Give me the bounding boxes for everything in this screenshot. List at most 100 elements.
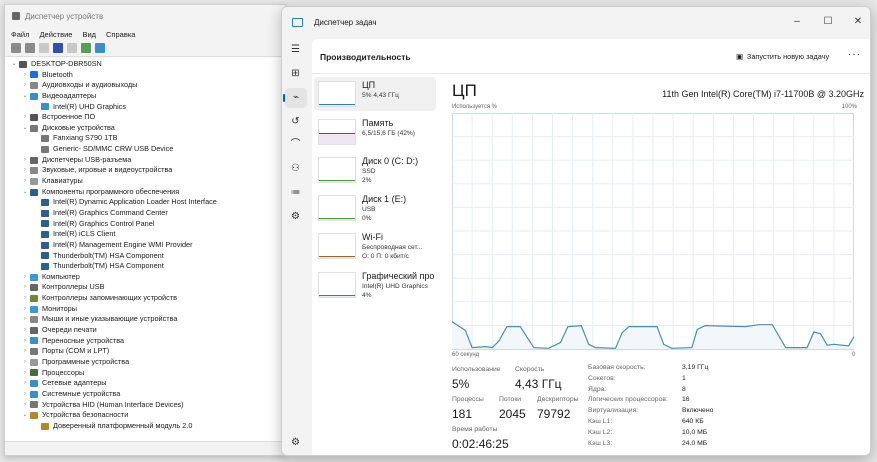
tree-item[interactable]: Intel(R) Management Engine WMI Provider [5, 240, 285, 251]
back-icon[interactable] [11, 43, 21, 53]
minimize-button[interactable]: – [786, 13, 808, 31]
tree-item-label: Мыши и иные указывающие устройства [42, 314, 178, 324]
tree-item[interactable]: › Мыши и иные указывающие устройства [5, 314, 285, 325]
more-options-button[interactable]: ··· [848, 49, 861, 60]
run-new-task-button[interactable]: ▣ Запустить новую задачу [736, 52, 829, 61]
tree-item[interactable]: › Сетевые адаптеры [5, 378, 285, 389]
tree-item[interactable]: › Системные устройства [5, 389, 285, 400]
perf-item[interactable]: Wi-Fi Беспроводная сет... О: 0 П: 0 кбит… [314, 229, 436, 263]
tree-item[interactable]: › Переносные устройства [5, 336, 285, 347]
tree-item-label: DESKTOP-DBR50SN [31, 59, 102, 68]
tree-item[interactable]: › Контроллеры USB [5, 282, 285, 293]
menu-file[interactable]: Файл [11, 30, 29, 39]
properties-icon[interactable] [39, 43, 49, 53]
users-icon[interactable]: ⚇ [282, 159, 309, 179]
app-history-icon[interactable]: ↺ [282, 112, 309, 132]
tree-item-label: Программные устройства [42, 356, 130, 366]
tree-item[interactable]: ⌄ Дисковые устройства [5, 123, 285, 134]
tree-item[interactable]: › Встроенное ПО [5, 112, 285, 123]
tree-item[interactable]: › Процессоры [5, 368, 285, 379]
menu-help[interactable]: Справка [106, 30, 135, 39]
perf-item[interactable]: Диск 0 (C: D:) SSD 2% [314, 153, 436, 187]
tree-item[interactable]: Thunderbolt(TM) HSA Component [5, 251, 285, 262]
scan-hardware-icon[interactable] [95, 43, 105, 53]
close-button[interactable]: ✕ [847, 13, 869, 31]
tree-item[interactable]: › Аудиовходы и аудиовыходы [5, 80, 285, 91]
tree-item[interactable]: › Контроллеры запоминающих устройств [5, 293, 285, 304]
performance-icon[interactable]: ⌁ [283, 88, 307, 108]
chevron-right-icon[interactable]: › [20, 165, 30, 176]
tree-item[interactable]: Доверенный платформенный модуль 2.0 [5, 421, 285, 432]
tree-item[interactable]: › Bluetooth [5, 70, 285, 81]
chevron-right-icon[interactable]: › [20, 314, 30, 325]
chevron-right-icon[interactable]: › [20, 378, 30, 389]
tree-item[interactable]: › Звуковые, игровые и видеоустройства [5, 165, 285, 176]
settings-icon[interactable]: ⚙ [282, 433, 309, 453]
tree-item[interactable]: Intel(R) UHD Graphics [5, 102, 285, 113]
forward-icon[interactable] [25, 43, 35, 53]
chevron-right-icon[interactable]: › [20, 357, 30, 368]
services-icon[interactable]: ⚙ [282, 207, 309, 227]
view-icon[interactable] [67, 43, 77, 53]
tree-item[interactable]: › Устройства HID (Human Interface Devices… [5, 400, 285, 411]
tree-item[interactable]: Fanxiang S790 1TB [5, 133, 285, 144]
tree-item[interactable]: ⌄ Устройства безопасности [5, 410, 285, 421]
perf-item[interactable]: Диск 1 (E:) USB 0% [314, 191, 436, 225]
tree-item[interactable]: ⌄ Видеоадаптеры [5, 91, 285, 102]
startup-apps-icon[interactable]: ⌒ [282, 135, 309, 155]
tree-item[interactable]: Intel(R) Dynamic Application Loader Host… [5, 197, 285, 208]
menu-action[interactable]: Действие [39, 30, 72, 39]
maximize-button[interactable]: ☐ [817, 13, 839, 31]
speed-label: Скорость [515, 366, 545, 373]
chevron-right-icon[interactable]: › [20, 293, 30, 304]
tree-item[interactable]: › Клавиатуры [5, 176, 285, 187]
chevron-right-icon[interactable]: › [20, 304, 30, 315]
details-icon[interactable]: ≔ [282, 183, 309, 203]
chevron-right-icon[interactable]: › [20, 346, 30, 357]
threads-value: 2045 [499, 407, 526, 421]
chevron-down-icon[interactable]: ⌄ [20, 123, 30, 134]
tree-item[interactable]: ⌄ DESKTOP-DBR50SN [5, 59, 285, 70]
update-driver-icon[interactable] [81, 43, 91, 53]
tree-item-label: Дисковые устройства [42, 122, 115, 132]
help-icon[interactable] [53, 43, 63, 53]
tree-item[interactable]: Intel(R) iCLS Client [5, 229, 285, 240]
chevron-down-icon[interactable]: ⌄ [20, 187, 30, 198]
perf-item[interactable]: Память 6,5/15,6 ГБ (42%) [314, 115, 436, 149]
chevron-down-icon[interactable]: ⌄ [9, 59, 19, 70]
menu-view[interactable]: Вид [82, 30, 96, 39]
processes-icon[interactable]: ⊞ [282, 64, 309, 84]
tree-item[interactable]: › Очереди печати [5, 325, 285, 336]
tree-item[interactable]: Intel(R) Graphics Command Center [5, 208, 285, 219]
chevron-right-icon[interactable]: › [20, 70, 30, 81]
chevron-down-icon[interactable]: ⌄ [20, 410, 30, 421]
chevron-right-icon[interactable]: › [20, 389, 30, 400]
tree-item-label: Intel(R) Graphics Command Center [53, 207, 168, 217]
hamburger-menu-icon[interactable]: ☰ [282, 40, 309, 60]
chevron-right-icon[interactable]: › [20, 155, 30, 166]
chevron-right-icon[interactable]: › [20, 368, 30, 379]
perf-item[interactable]: Графический про Intel(R) UHD Graphics 4% [314, 268, 436, 302]
tree-item[interactable]: › Мониторы [5, 304, 285, 315]
tree-item[interactable]: › Компьютер [5, 272, 285, 283]
device-icon [30, 348, 38, 356]
chevron-right-icon[interactable]: › [20, 176, 30, 187]
chevron-right-icon[interactable]: › [20, 272, 30, 283]
tree-item[interactable]: Intel(R) Graphics Control Panel [5, 219, 285, 230]
perf-item[interactable]: ЦП 5% 4,43 ГГц [314, 77, 436, 111]
tree-item[interactable]: Generic- SD/MMC CRW USB Device [5, 144, 285, 155]
chevron-right-icon[interactable]: › [20, 282, 30, 293]
chevron-right-icon[interactable]: › [20, 112, 30, 123]
tree-item-label: Клавиатуры [42, 176, 83, 186]
tree-item[interactable]: Thunderbolt(TM) HSA Component [5, 261, 285, 272]
tree-item[interactable]: › Диспетчеры USB-разъема [5, 155, 285, 166]
tree-item[interactable]: › Порты (COM и LPT) [5, 346, 285, 357]
chevron-right-icon[interactable]: › [20, 400, 30, 411]
chevron-down-icon[interactable]: ⌄ [20, 91, 30, 102]
chevron-right-icon[interactable]: › [20, 80, 30, 91]
chevron-right-icon[interactable]: › [20, 336, 30, 347]
detail-value: 10,0 МБ [682, 428, 708, 436]
tree-item[interactable]: ⌄ Компоненты программного обеспечения [5, 187, 285, 198]
tree-item[interactable]: › Программные устройства [5, 357, 285, 368]
chevron-right-icon[interactable]: › [20, 325, 30, 336]
